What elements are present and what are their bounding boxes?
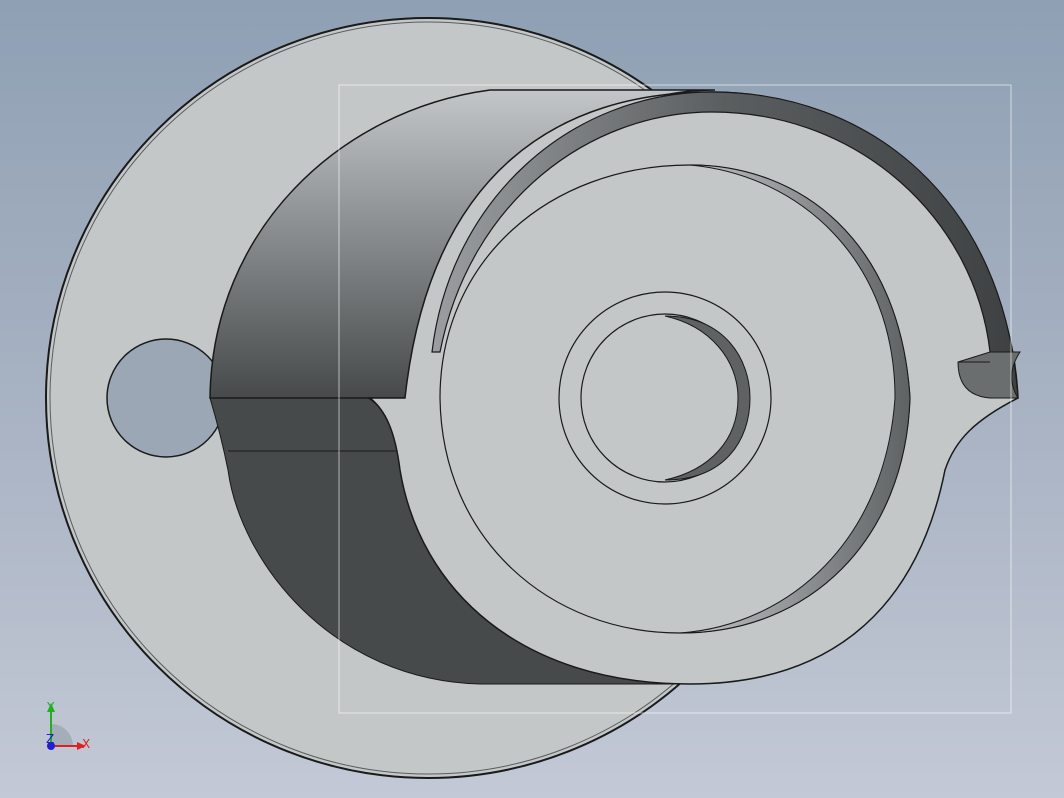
mounting-hole[interactable] <box>106 338 226 458</box>
graphics-viewport[interactable]: Y X Z <box>0 0 1064 798</box>
hub[interactable] <box>558 291 772 505</box>
z-axis-label: Z <box>46 732 54 746</box>
model-view[interactable]: Y X Z <box>0 0 1064 798</box>
x-axis-label: X <box>82 737 90 751</box>
y-axis-label: Y <box>46 700 55 714</box>
axis-triad: Y X Z <box>46 700 90 751</box>
